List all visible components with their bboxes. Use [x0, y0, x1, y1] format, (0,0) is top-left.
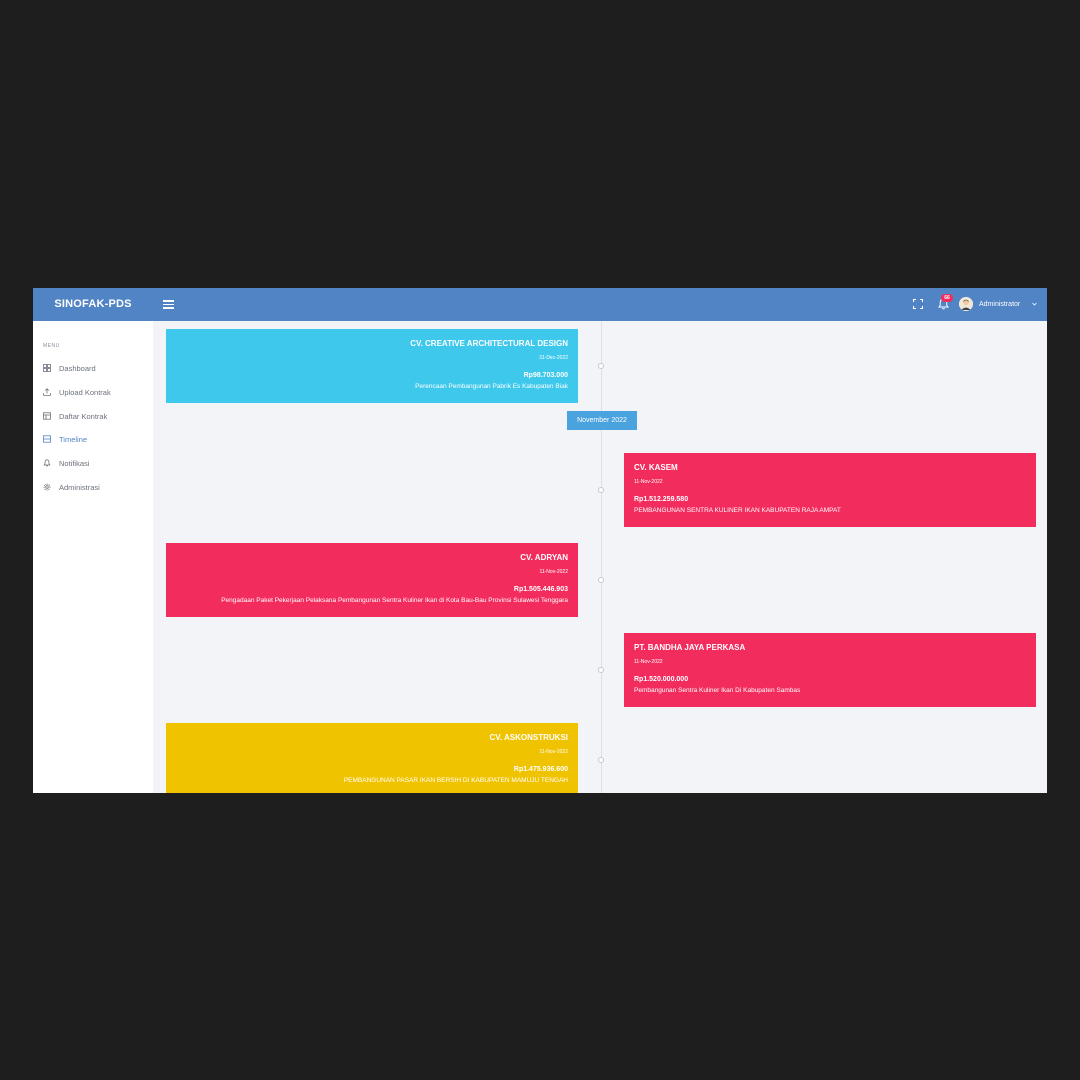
card-date: 11-Nov-2022 — [634, 479, 663, 485]
card-date: 11-Nov-2022 — [539, 569, 568, 575]
sidebar-item-daftar-kontrak[interactable]: Daftar Kontrak — [43, 409, 148, 423]
card-date: 31-Dec-2022 — [539, 355, 568, 361]
timeline-dot — [598, 487, 604, 493]
fullscreen-icon[interactable] — [913, 299, 923, 309]
timeline-card[interactable]: CV. CREATIVE ARCHITECTURAL DESIGN 31-Dec… — [166, 329, 578, 403]
card-date: 11-Nov-2022 — [634, 659, 663, 665]
card-amount: Rp1.520.000.000 — [634, 676, 689, 683]
timeline-dot — [598, 667, 604, 673]
timeline-dot — [598, 363, 604, 369]
card-company: PT. BANDHA JAYA PERKASA — [634, 643, 746, 652]
sidebar: MENU Dashboard Upload Kontrak Daftar Kon… — [33, 321, 153, 793]
upload-icon — [43, 388, 51, 396]
list-icon — [43, 412, 51, 420]
user-name: Administrator — [979, 301, 1021, 308]
app-window: SINOFAK-PDS 66 Administrator MENU Dashbo… — [33, 288, 1047, 793]
notification-badge: 66 — [941, 294, 953, 302]
brand-logo[interactable]: SINOFAK-PDS — [33, 288, 153, 321]
sidebar-item-upload-kontrak[interactable]: Upload Kontrak — [43, 385, 148, 399]
timeline-dot — [598, 577, 604, 583]
card-company: CV. KASEM — [634, 463, 678, 472]
timeline-card[interactable]: CV. KASEM 11-Nov-2022 Rp1.512.259.580 PE… — [624, 453, 1036, 527]
timeline-card[interactable]: PT. BANDHA JAYA PERKASA 11-Nov-2022 Rp1.… — [624, 633, 1036, 707]
timeline-card[interactable]: CV. ADRYAN 11-Nov-2022 Rp1.505.446.903 P… — [166, 543, 578, 617]
gear-icon — [43, 483, 51, 491]
timeline-line — [601, 321, 602, 793]
top-navbar: SINOFAK-PDS 66 Administrator — [33, 288, 1047, 321]
card-description: Perencaan Pembangunan Pabrik Es Kabupate… — [415, 383, 568, 390]
card-company: CV. ADRYAN — [520, 553, 568, 562]
card-description: PEMBANGUNAN PASAR IKAN BERSIH DI KABUPAT… — [343, 777, 568, 784]
bell-icon — [43, 459, 51, 467]
chevron-down-icon — [1032, 302, 1037, 306]
user-menu[interactable]: Administrator — [959, 288, 1039, 321]
card-description: Pengadaan Paket Pekerjaan Pelaksana Pemb… — [221, 597, 568, 604]
avatar — [959, 297, 973, 311]
sidebar-item-label: Upload Kontrak — [59, 387, 111, 397]
navbar-actions: 66 Administrator — [879, 288, 1039, 321]
sidebar-item-timeline[interactable]: Timeline — [43, 432, 148, 446]
card-company: CV. ASKONSTRUKSI — [489, 733, 568, 742]
sidebar-item-label: Notifikasi — [59, 458, 90, 468]
card-amount: Rp98.703.000 — [523, 372, 568, 379]
card-description: Pembangunan Sentra Kuliner Ikan Di Kabup… — [634, 687, 801, 694]
sidebar-item-notifikasi[interactable]: Notifikasi — [43, 456, 148, 470]
sidebar-item-label: Timeline — [59, 434, 88, 444]
menu-heading: MENU — [43, 343, 60, 349]
sidebar-item-label: Administrasi — [59, 482, 100, 492]
timeline-card[interactable]: CV. ASKONSTRUKSI 11-Nov-2022 Rp1.475.936… — [166, 723, 578, 793]
card-company: CV. CREATIVE ARCHITECTURAL DESIGN — [410, 339, 568, 348]
card-amount: Rp1.512.259.580 — [634, 496, 689, 503]
sidebar-item-administrasi[interactable]: Administrasi — [43, 480, 148, 494]
timeline-dot — [598, 757, 604, 763]
card-amount: Rp1.505.446.903 — [513, 586, 568, 593]
menu-toggle-icon[interactable] — [163, 299, 174, 309]
timeline-content: November 2022 CV. CREATIVE ARCHITECTURAL… — [153, 321, 1047, 793]
card-date: 11-Nov-2022 — [539, 749, 568, 755]
month-label: November 2022 — [567, 411, 637, 430]
timeline-icon — [43, 435, 51, 443]
card-description: PEMBANGUNAN SENTRA KULINER IKAN KABUPATE… — [634, 507, 841, 514]
sidebar-item-label: Daftar Kontrak — [59, 411, 108, 421]
dashboard-icon — [43, 364, 51, 372]
card-amount: Rp1.475.936.600 — [513, 766, 568, 773]
sidebar-item-dashboard[interactable]: Dashboard — [43, 361, 148, 375]
sidebar-item-label: Dashboard — [59, 363, 96, 373]
